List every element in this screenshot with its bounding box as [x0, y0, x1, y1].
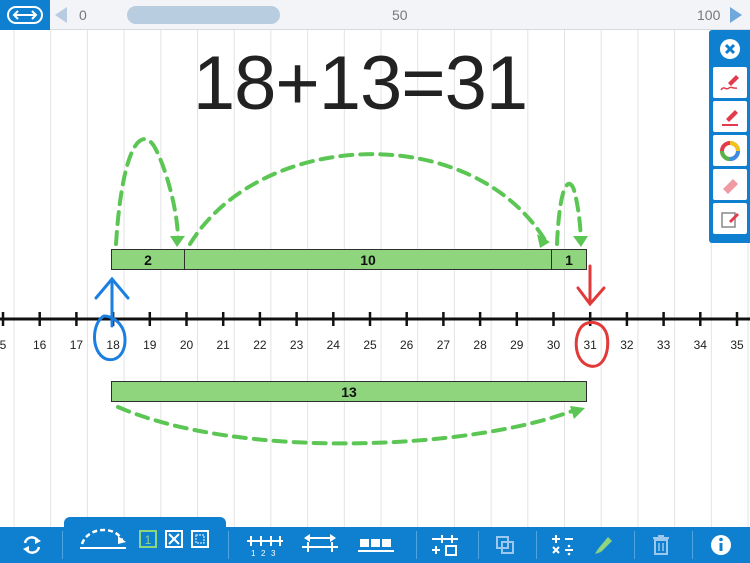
line-pen-button[interactable] — [713, 101, 747, 132]
eraser-icon — [723, 178, 738, 194]
info-button[interactable] — [706, 527, 736, 563]
scroll-right-arrow-icon[interactable] — [730, 7, 742, 23]
highlighter-button[interactable] — [588, 527, 618, 563]
number-box-icon: 1 — [139, 530, 157, 548]
range-stretch-icon — [302, 534, 338, 552]
block-ticks-icon — [358, 539, 394, 552]
highlighter-icon — [595, 537, 612, 554]
trash-button[interactable] — [646, 527, 676, 563]
jump-arrow-1 — [555, 181, 583, 246]
tick-label: 34 — [693, 338, 707, 352]
eraser-button[interactable] — [713, 169, 747, 200]
arrowhead-icon — [570, 406, 585, 419]
jump-arrow-2 — [114, 137, 180, 246]
tick-label: 29 — [510, 338, 524, 352]
tick-label: 23 — [289, 338, 304, 352]
layers-button[interactable] — [490, 527, 520, 563]
jump-arrow-10 — [188, 152, 547, 246]
tick-label: 24 — [326, 338, 340, 352]
tool-palette — [709, 30, 750, 243]
tick-label: 21 — [216, 338, 230, 352]
tick-label: 33 — [656, 338, 671, 352]
tick-label: 28 — [473, 338, 487, 352]
tick-label: 22 — [253, 338, 267, 352]
numbered-ticks-button[interactable]: 1 2 3 — [243, 527, 287, 563]
blank-box-icon — [191, 530, 209, 548]
tick-label: 18 — [106, 338, 120, 352]
operations-button[interactable] — [548, 527, 578, 563]
close-palette-button[interactable] — [713, 33, 747, 64]
svg-text:3: 3 — [271, 549, 276, 557]
note-icon — [721, 211, 739, 228]
toolbar-divider — [478, 531, 479, 559]
toolbar-divider — [536, 531, 537, 559]
range-bar: 0 50 100 — [0, 0, 750, 30]
range-toggle-button[interactable] — [0, 0, 50, 30]
layers-icon — [496, 536, 514, 554]
toolbar-divider — [634, 531, 635, 559]
blank-box-button[interactable] — [190, 521, 210, 557]
bottom-toolbar: 1 1 2 3 — [0, 517, 750, 563]
tick-label: 5 — [0, 338, 7, 352]
svg-text:1: 1 — [251, 549, 256, 557]
range-slider-thumb[interactable] — [127, 6, 280, 24]
add-bar-icon — [432, 535, 458, 556]
numbered-ticks-icon: 1 2 3 — [247, 536, 283, 557]
arrowhead-icon — [170, 236, 185, 247]
toolbar-divider — [416, 531, 417, 559]
tick-label: 17 — [69, 338, 84, 352]
operations-icon — [552, 535, 573, 556]
tick-label: 16 — [33, 338, 47, 352]
hidden-box-icon — [165, 530, 183, 548]
refresh-icon — [23, 536, 41, 554]
svg-text:2: 2 — [261, 549, 266, 557]
annotation-layer — [0, 137, 750, 446]
arrowhead-icon — [573, 236, 588, 247]
jump-arrow-13 — [116, 405, 577, 446]
block-ticks-button[interactable] — [354, 527, 398, 563]
note-button[interactable] — [713, 203, 747, 234]
toolbar-divider — [228, 531, 229, 559]
tick-label: 27 — [436, 338, 451, 352]
add-bar-button[interactable] — [428, 527, 462, 563]
toolbar-divider — [692, 531, 693, 559]
tick-label: 26 — [400, 338, 414, 352]
range-max-label: 100 — [697, 7, 721, 23]
jump-arc-button[interactable] — [76, 519, 130, 555]
refresh-button[interactable] — [12, 527, 52, 563]
double-arrow-icon — [7, 6, 43, 24]
tick-label: 30 — [546, 338, 561, 352]
freehand-pen-button[interactable] — [713, 67, 747, 98]
tick-label: 20 — [179, 338, 194, 352]
color-wheel-icon — [720, 140, 740, 161]
close-icon — [720, 38, 740, 59]
info-icon — [711, 535, 731, 555]
color-picker-button[interactable] — [713, 135, 747, 166]
freehand-pen-icon — [720, 74, 739, 90]
hidden-box-button[interactable] — [164, 521, 184, 557]
tick-label: 25 — [363, 338, 377, 352]
line-pen-icon — [722, 109, 738, 126]
scroll-left-arrow-icon[interactable] — [55, 7, 67, 23]
tick-label: 19 — [143, 338, 157, 352]
tick-label: 32 — [620, 338, 634, 352]
jump-arc-icon — [80, 528, 126, 549]
tick-label: 31 — [583, 338, 597, 352]
trash-icon — [653, 535, 669, 555]
range-stretch-button[interactable] — [298, 527, 342, 563]
range-mid-label: 50 — [392, 7, 408, 23]
workspace[interactable]: 18+13=31 2 10 1 13 516 17 18 19 20 21 22… — [0, 30, 750, 527]
range-min-label: 0 — [79, 7, 87, 23]
number-box-digit: 1 — [145, 533, 152, 547]
toolbar-divider — [62, 531, 63, 559]
tick-label: 35 — [730, 338, 744, 352]
number-box-button[interactable]: 1 — [138, 521, 158, 557]
